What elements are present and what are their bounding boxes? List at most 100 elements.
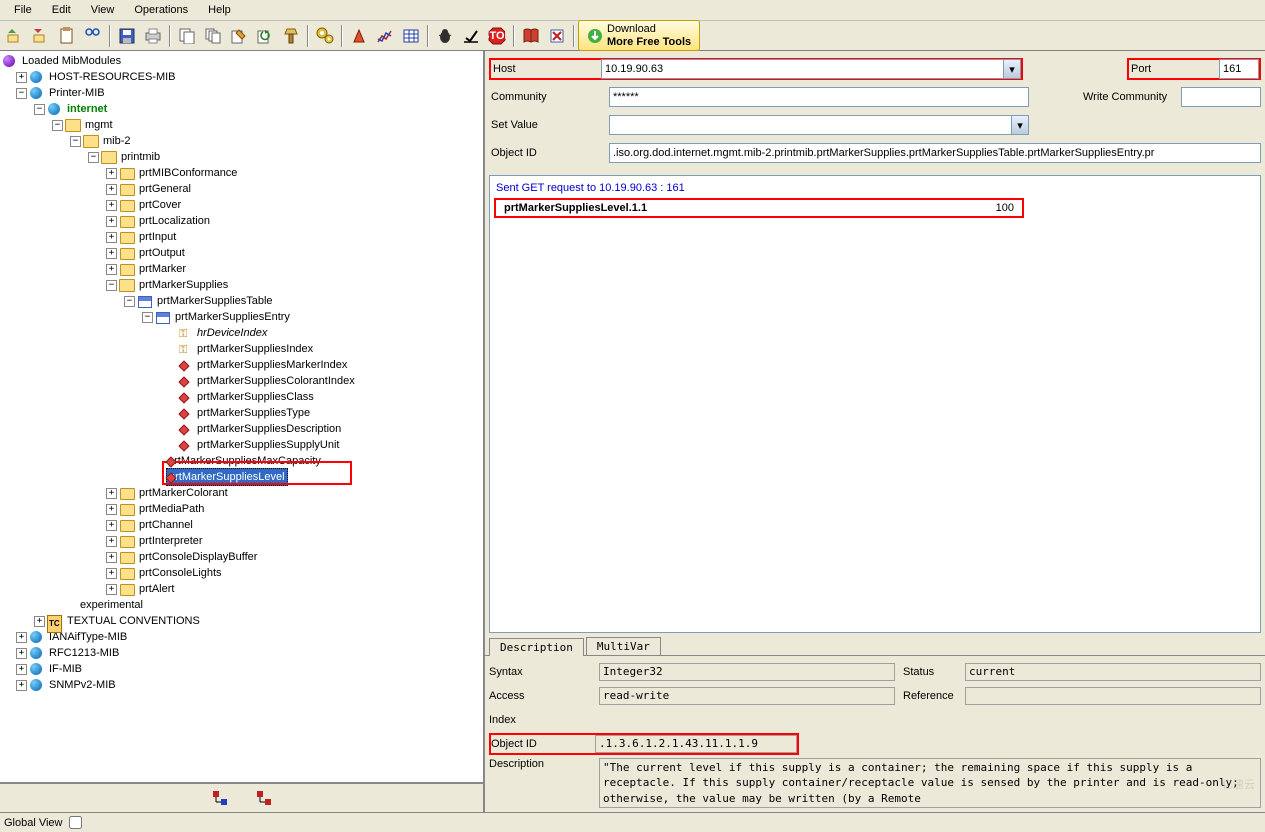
write-community-input[interactable] [1181, 87, 1261, 107]
node-mgmt[interactable]: mgmt [83, 117, 115, 133]
tool-exit[interactable] [545, 24, 569, 48]
expand-icon[interactable]: + [16, 680, 27, 691]
menu-operations[interactable]: Operations [124, 2, 198, 18]
community-input[interactable] [609, 87, 1029, 107]
tab-multivar[interactable]: MultiVar [586, 637, 661, 655]
node-rfc1213[interactable]: RFC1213-MIB [47, 645, 121, 661]
objectid-input[interactable] [609, 143, 1261, 163]
expand-icon[interactable]: + [106, 568, 117, 579]
collapse-icon[interactable]: − [16, 88, 27, 99]
node-experimental[interactable]: experimental [78, 597, 145, 613]
tool-clipboard[interactable] [55, 24, 79, 48]
node-sup-level-selected[interactable]: prtMarkerSuppliesLevel [166, 468, 288, 486]
mib-tree[interactable]: Loaded MibModules +HOST-RESOURCES-MIB −P… [0, 51, 483, 782]
node-mib2[interactable]: mib-2 [101, 133, 133, 149]
setvalue-input[interactable]: ▾ [609, 115, 1029, 135]
expand-icon[interactable]: + [16, 664, 27, 675]
tool-refresh-set[interactable] [253, 24, 277, 48]
expand-icon[interactable]: + [106, 200, 117, 211]
expand-icon[interactable]: + [16, 72, 27, 83]
node-localization[interactable]: prtLocalization [137, 213, 212, 229]
tool-copy-multi[interactable] [201, 24, 225, 48]
node-textconv[interactable]: TEXTUAL CONVENTIONS [65, 613, 202, 629]
tool-check[interactable] [459, 24, 483, 48]
menu-help[interactable]: Help [198, 2, 241, 18]
tool-debug[interactable] [433, 24, 457, 48]
expand-icon[interactable]: + [106, 232, 117, 243]
port-input[interactable] [1219, 59, 1259, 79]
node-cover[interactable]: prtCover [137, 197, 183, 213]
node-internet[interactable]: internet [65, 101, 109, 117]
tab-description[interactable]: Description [489, 638, 584, 656]
collapse-icon[interactable]: − [106, 280, 117, 291]
node-hrdeviceindex[interactable]: hrDeviceIndex [195, 325, 269, 341]
node-interpreter[interactable]: prtInterpreter [137, 533, 205, 549]
tool-set[interactable] [227, 24, 251, 48]
download-more-tools-button[interactable]: DownloadMore Free Tools [578, 20, 700, 50]
tree-tool-2-icon[interactable] [257, 791, 271, 805]
global-view-checkbox[interactable] [69, 816, 82, 829]
node-colorant[interactable]: prtMarkerColorant [137, 485, 230, 501]
node-conformance[interactable]: prtMIBConformance [137, 165, 239, 181]
tool-copy[interactable] [175, 24, 199, 48]
node-sup-colorant[interactable]: prtMarkerSuppliesColorantIndex [195, 373, 357, 389]
node-snmpv2[interactable]: SNMPv2-MIB [47, 677, 118, 693]
node-sup-max[interactable]: prtMarkerSuppliesMaxCapacity [166, 453, 323, 469]
tool-graph[interactable] [373, 24, 397, 48]
tool-save[interactable] [115, 24, 139, 48]
tool-open-mib[interactable] [3, 24, 27, 48]
expand-icon[interactable]: + [106, 168, 117, 179]
tool-stop[interactable]: STOP [485, 24, 509, 48]
node-output[interactable]: prtOutput [137, 245, 187, 261]
node-ifmib[interactable]: IF-MIB [47, 661, 84, 677]
node-input[interactable]: prtInput [137, 229, 178, 245]
node-host-resources[interactable]: HOST-RESOURCES-MIB [47, 69, 178, 85]
tree-root[interactable]: Loaded MibModules [20, 53, 123, 69]
node-sup-marker[interactable]: prtMarkerSuppliesMarkerIndex [195, 357, 349, 373]
tool-unload-mib[interactable] [29, 24, 53, 48]
node-lights[interactable]: prtConsoleLights [137, 565, 224, 581]
node-printmib[interactable]: printmib [119, 149, 162, 165]
node-channel[interactable]: prtChannel [137, 517, 195, 533]
collapse-icon[interactable]: − [124, 296, 135, 307]
menu-edit[interactable]: Edit [42, 2, 81, 18]
node-supplies-entry[interactable]: prtMarkerSuppliesEntry [173, 309, 292, 325]
expand-icon[interactable]: + [106, 184, 117, 195]
tree-tool-1-icon[interactable] [213, 791, 227, 805]
expand-icon[interactable]: + [106, 488, 117, 499]
expand-icon[interactable]: + [106, 248, 117, 259]
tool-help-book[interactable] [519, 24, 543, 48]
node-alert[interactable]: prtAlert [137, 581, 176, 597]
collapse-icon[interactable]: − [52, 120, 63, 131]
expand-icon[interactable]: + [34, 616, 45, 627]
node-sup-type[interactable]: prtMarkerSuppliesType [195, 405, 312, 421]
collapse-icon[interactable]: − [34, 104, 45, 115]
menu-view[interactable]: View [81, 2, 125, 18]
collapse-icon[interactable]: − [88, 152, 99, 163]
tool-print[interactable] [141, 24, 165, 48]
tool-clear[interactable] [279, 24, 303, 48]
tool-table[interactable] [399, 24, 423, 48]
expand-icon[interactable]: + [106, 216, 117, 227]
node-sup-unit[interactable]: prtMarkerSuppliesSupplyUnit [195, 437, 341, 453]
tool-trap[interactable] [347, 24, 371, 48]
expand-icon[interactable]: + [106, 520, 117, 531]
chevron-down-icon[interactable]: ▾ [1011, 116, 1028, 134]
host-input[interactable]: 10.19.90.63▾ [601, 59, 1021, 79]
expand-icon[interactable]: + [16, 632, 27, 643]
expand-icon[interactable]: + [16, 648, 27, 659]
node-mediapath[interactable]: prtMediaPath [137, 501, 206, 517]
node-supplies-table[interactable]: prtMarkerSuppliesTable [155, 293, 275, 309]
collapse-icon[interactable]: − [142, 312, 153, 323]
chevron-down-icon[interactable]: ▾ [1003, 60, 1020, 78]
expand-icon[interactable]: + [106, 584, 117, 595]
expand-icon[interactable]: + [106, 552, 117, 563]
menu-file[interactable]: File [4, 2, 42, 18]
expand-icon[interactable]: + [106, 536, 117, 547]
expand-icon[interactable]: + [106, 504, 117, 515]
tool-find[interactable] [81, 24, 105, 48]
node-printer-mib[interactable]: Printer-MIB [47, 85, 107, 101]
result-row[interactable]: prtMarkerSuppliesLevel.1.1 100 [494, 198, 1024, 218]
collapse-icon[interactable]: − [70, 136, 81, 147]
node-marker[interactable]: prtMarker [137, 261, 188, 277]
